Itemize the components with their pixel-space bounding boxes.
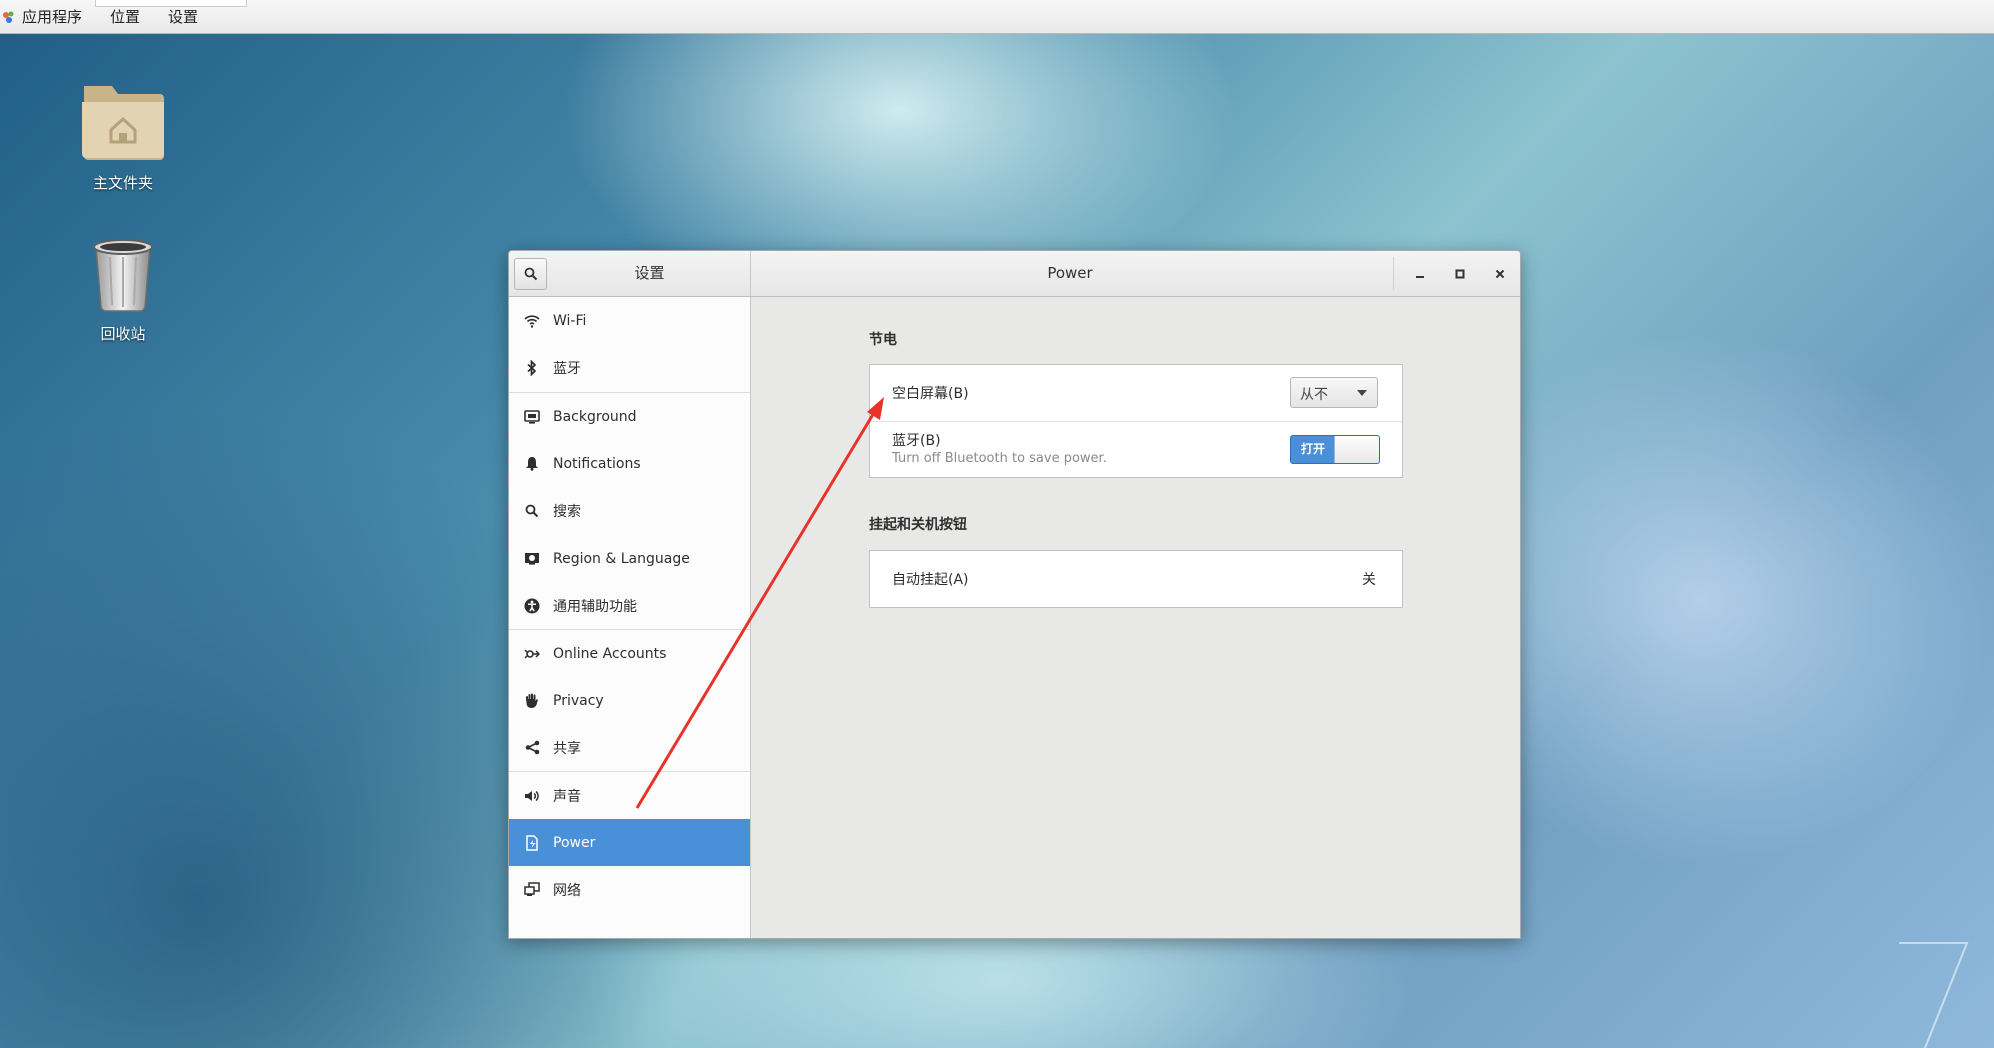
sidebar-item-background[interactable]: Background bbox=[509, 393, 750, 440]
sidebar-item-label: 蓝牙 bbox=[553, 360, 581, 377]
sidebar-item-wifi[interactable]: Wi-Fi bbox=[509, 297, 750, 344]
power-icon bbox=[523, 834, 541, 852]
switch-knob bbox=[1334, 436, 1379, 463]
online-accounts-icon bbox=[523, 645, 541, 663]
chevron-down-icon bbox=[1357, 390, 1367, 396]
home-folder-icon bbox=[82, 86, 164, 160]
blank-screen-row: 空白屏幕(B) 从不 bbox=[870, 365, 1402, 421]
background-icon bbox=[523, 408, 541, 426]
trash-icon bbox=[93, 239, 153, 312]
privacy-hand-icon bbox=[523, 692, 541, 710]
search-icon bbox=[524, 267, 537, 281]
sidebar-item-online-accounts[interactable]: Online Accounts bbox=[509, 630, 750, 677]
bluetooth-power-switch[interactable]: 打开 bbox=[1290, 435, 1380, 464]
bell-icon bbox=[523, 455, 541, 473]
maximize-button[interactable] bbox=[1449, 263, 1471, 285]
accessibility-icon bbox=[523, 597, 541, 615]
region-icon bbox=[523, 550, 541, 568]
menu-applications[interactable]: 应用程序 bbox=[22, 6, 82, 27]
sidebar-item-label: 共享 bbox=[553, 740, 581, 757]
desktop-home-folder-label: 主文件夹 bbox=[92, 174, 153, 192]
desktop-trash-label: 回收站 bbox=[100, 325, 146, 343]
switch-on-label: 打开 bbox=[1300, 442, 1325, 456]
desktop-home-folder[interactable]: 主文件夹 bbox=[53, 80, 193, 193]
bluetooth-icon bbox=[523, 359, 541, 377]
sidebar-item-sound[interactable]: 声音 bbox=[509, 772, 750, 819]
suspend-frame: 自动挂起(A) 关 bbox=[869, 550, 1403, 608]
panel-title: Power bbox=[1047, 264, 1093, 282]
sidebar-item-sharing[interactable]: 共享 bbox=[509, 724, 750, 771]
close-icon bbox=[1495, 269, 1505, 279]
bluetooth-power-row: 蓝牙(B) Turn off Bluetooth to save power. … bbox=[870, 422, 1402, 477]
bluetooth-power-label: 蓝牙(B) bbox=[892, 433, 941, 449]
sidebar-item-label: 通用辅助功能 bbox=[553, 598, 637, 615]
auto-suspend-label: 自动挂起(A) bbox=[892, 572, 969, 588]
menu-places[interactable]: 位置 bbox=[110, 6, 140, 27]
sidebar-item-label: Region & Language bbox=[553, 550, 690, 567]
auto-suspend-value: 关 bbox=[1362, 572, 1376, 588]
sidebar-item-power[interactable]: Power bbox=[509, 819, 750, 866]
titlebar-separator bbox=[1393, 257, 1394, 290]
close-button[interactable] bbox=[1489, 263, 1511, 285]
settings-sidebar: Wi-Fi 蓝牙 Background Notifications 搜索 Reg… bbox=[509, 297, 751, 938]
sidebar-item-label: Wi-Fi bbox=[553, 312, 587, 329]
section-title-suspend: 挂起和关机按钮 bbox=[869, 517, 967, 533]
blank-screen-dropdown[interactable]: 从不 bbox=[1290, 377, 1378, 408]
auto-suspend-row[interactable]: 自动挂起(A) 关 bbox=[870, 551, 1402, 607]
minimize-button[interactable] bbox=[1409, 263, 1431, 285]
sidebar-item-notifications[interactable]: Notifications bbox=[509, 440, 750, 487]
sidebar-item-bluetooth[interactable]: 蓝牙 bbox=[509, 344, 750, 391]
sidebar-item-accessibility[interactable]: 通用辅助功能 bbox=[509, 582, 750, 629]
sidebar-item-label: 搜索 bbox=[553, 503, 581, 520]
sidebar-item-privacy[interactable]: Privacy bbox=[509, 677, 750, 724]
applications-icon bbox=[3, 11, 14, 23]
title-bar: 设置 Power bbox=[509, 251, 1520, 297]
section-title-power-saving: 节电 bbox=[869, 332, 897, 348]
sidebar-item-label: Power bbox=[553, 834, 596, 851]
speaker-icon bbox=[523, 787, 541, 805]
sidebar-item-label: 网络 bbox=[553, 882, 581, 899]
blank-screen-label: 空白屏幕(B) bbox=[892, 386, 969, 402]
sidebar-title: 设置 bbox=[634, 264, 665, 282]
top-tab-strip bbox=[95, 0, 247, 7]
search-icon bbox=[523, 502, 541, 520]
sidebar-item-search[interactable]: 搜索 bbox=[509, 487, 750, 534]
sidebar-item-label: 声音 bbox=[553, 788, 581, 805]
settings-window: 设置 Power Wi-Fi 蓝牙 Background Notificatio… bbox=[508, 250, 1521, 939]
sidebar-item-label: Notifications bbox=[553, 455, 641, 472]
desktop-trash[interactable]: 回收站 bbox=[53, 235, 193, 344]
network-icon bbox=[523, 881, 541, 899]
sidebar-item-label: Privacy bbox=[553, 692, 604, 709]
search-button[interactable] bbox=[514, 258, 547, 290]
wifi-icon bbox=[523, 312, 541, 330]
sidebar-item-label: Online Accounts bbox=[553, 645, 667, 662]
power-saving-frame: 空白屏幕(B) 从不 蓝牙(B) Turn off Bluetooth to s… bbox=[869, 364, 1403, 478]
maximize-icon bbox=[1455, 269, 1465, 279]
top-panel: 应用程序 位置 设置 bbox=[0, 0, 1994, 34]
share-icon bbox=[523, 739, 541, 757]
sidebar-header: 设置 bbox=[509, 251, 751, 296]
sidebar-item-label: Background bbox=[553, 408, 637, 425]
minimize-icon bbox=[1416, 276, 1424, 278]
sidebar-item-network[interactable]: 网络 bbox=[509, 866, 750, 913]
version-seven-watermark bbox=[1899, 942, 1969, 1048]
menu-settings[interactable]: 设置 bbox=[168, 6, 198, 27]
bluetooth-power-description: Turn off Bluetooth to save power. bbox=[892, 451, 1107, 466]
blank-screen-value: 从不 bbox=[1300, 387, 1328, 403]
sidebar-item-region-language[interactable]: Region & Language bbox=[509, 535, 750, 582]
